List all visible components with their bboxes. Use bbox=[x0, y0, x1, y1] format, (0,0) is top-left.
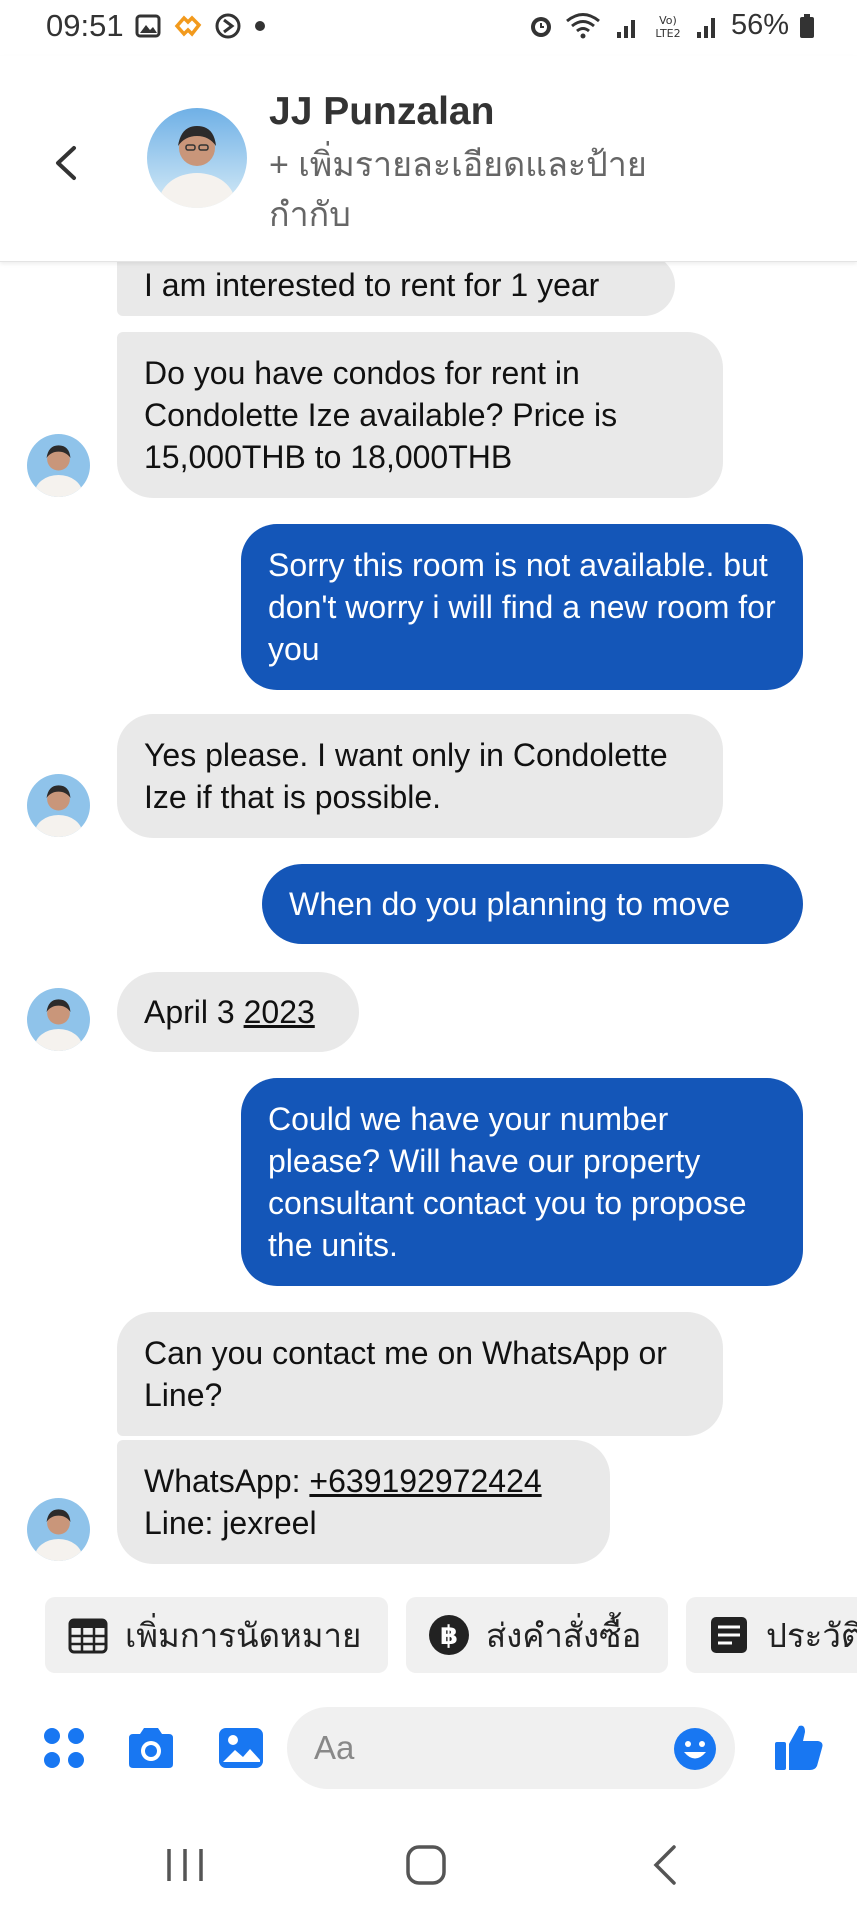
home-icon[interactable] bbox=[396, 1835, 456, 1895]
message-text: Do you have condos for rent in Condolett… bbox=[144, 355, 618, 475]
svg-text:฿: ฿ bbox=[440, 1621, 458, 1651]
incoming-message[interactable]: April 3 2023 bbox=[117, 972, 359, 1052]
status-bar: 09:51 Vo) LTE2 56% bbox=[0, 0, 857, 56]
chip-label: เพิ่มการนัดหมาย bbox=[125, 1616, 362, 1654]
more-notifications-dot-icon bbox=[255, 21, 265, 31]
message-text: Could we have your number please? Will h… bbox=[268, 1101, 747, 1263]
phone-link[interactable]: +639192972424 bbox=[309, 1463, 541, 1499]
incoming-message[interactable]: I am interested to rent for 1 year bbox=[117, 262, 675, 316]
incoming-message[interactable]: Can you contact me on WhatsApp or Line? bbox=[117, 1312, 723, 1436]
signal-icon-1 bbox=[616, 19, 635, 38]
message-text: Yes please. I want only in Condolette Iz… bbox=[144, 737, 668, 815]
profile-photo-icon bbox=[27, 774, 90, 837]
conversation-header: JJ Punzalan + เพิ่มรายละเอียดและป้ายกำกั… bbox=[0, 56, 857, 262]
gallery-notification-icon bbox=[135, 14, 161, 38]
message-list[interactable]: I am interested to rent for 1 year Do yo… bbox=[0, 262, 857, 1572]
profile-photo-icon bbox=[147, 108, 247, 208]
back-arrow-icon[interactable] bbox=[46, 138, 86, 188]
message-text: WhatsApp: +639192972424 Line: jexreel bbox=[144, 1463, 542, 1541]
like-thumbs-up-icon[interactable] bbox=[772, 1720, 826, 1774]
profile-photo-icon bbox=[27, 988, 90, 1051]
emoji-icon[interactable] bbox=[673, 1727, 717, 1771]
status-time: 09:51 bbox=[46, 8, 124, 43]
volte-icon: Vo)LTE2 bbox=[655, 14, 680, 40]
battery-icon bbox=[800, 13, 814, 38]
message-composer: Aa bbox=[0, 1700, 857, 1796]
list-icon bbox=[711, 1617, 747, 1653]
calendar-icon bbox=[68, 1618, 108, 1654]
add-appointment-chip[interactable]: เพิ่มการนัดหมาย bbox=[45, 1597, 388, 1673]
contact-name[interactable]: JJ Punzalan bbox=[269, 90, 494, 134]
back-nav-icon[interactable] bbox=[636, 1835, 696, 1895]
date-link[interactable]: 2023 bbox=[244, 994, 315, 1030]
message-text: Can you contact me on WhatsApp or Line? bbox=[144, 1335, 667, 1413]
sender-avatar[interactable] bbox=[27, 434, 90, 497]
outgoing-message[interactable]: Sorry this room is not available. but do… bbox=[241, 524, 803, 690]
message-text: When do you planning to move bbox=[289, 886, 731, 922]
sender-avatar[interactable] bbox=[27, 1498, 90, 1561]
camera-icon[interactable] bbox=[125, 1722, 177, 1774]
svg-text:LTE2: LTE2 bbox=[655, 27, 680, 40]
sender-avatar[interactable] bbox=[27, 774, 90, 837]
incoming-message[interactable]: Do you have condos for rent in Condolett… bbox=[117, 332, 723, 498]
message-input[interactable]: Aa bbox=[287, 1707, 735, 1789]
sender-avatar[interactable] bbox=[27, 988, 90, 1051]
outgoing-message[interactable]: Could we have your number please? Will h… bbox=[241, 1078, 803, 1286]
wifi-icon bbox=[566, 12, 600, 38]
message-text: Sorry this room is not available. but do… bbox=[268, 547, 776, 667]
notification-icons bbox=[134, 12, 266, 40]
quick-actions-bar[interactable]: เพิ่มการนัดหมาย ฿ ส่งคำสั่งซื้อ ประวัติ bbox=[0, 1597, 857, 1675]
incoming-message[interactable]: WhatsApp: +639192972424 Line: jexreel bbox=[117, 1440, 610, 1564]
sync-notification-icon bbox=[215, 13, 241, 39]
signal-icon-2 bbox=[696, 17, 715, 38]
profile-photo-icon bbox=[27, 1498, 90, 1561]
chip-label: ประวัติ bbox=[766, 1616, 857, 1654]
system-navigation-bar bbox=[0, 1815, 857, 1911]
outgoing-message[interactable]: When do you planning to move bbox=[262, 864, 803, 944]
alarm-icon bbox=[530, 16, 551, 37]
system-status-icons: Vo) LTE2 56% bbox=[527, 9, 815, 42]
profile-photo-icon bbox=[27, 434, 90, 497]
incoming-message[interactable]: Yes please. I want only in Condolette Iz… bbox=[117, 714, 723, 838]
message-text: I am interested to rent for 1 year bbox=[144, 267, 600, 303]
baht-icon: ฿ bbox=[429, 1615, 469, 1655]
recent-apps-icon[interactable] bbox=[155, 1835, 215, 1895]
gallery-icon[interactable] bbox=[215, 1722, 267, 1774]
chip-label: ส่งคำสั่งซื้อ bbox=[486, 1616, 642, 1654]
add-details-link[interactable]: + เพิ่มรายละเอียดและป้ายกำกับ bbox=[269, 140, 689, 240]
svg-text:Vo): Vo) bbox=[659, 14, 677, 27]
message-text: April 3 2023 bbox=[144, 994, 315, 1030]
history-chip[interactable]: ประวัติ bbox=[686, 1597, 857, 1673]
message-input-placeholder: Aa bbox=[314, 1729, 355, 1766]
send-order-chip[interactable]: ฿ ส่งคำสั่งซื้อ bbox=[406, 1597, 668, 1673]
battery-percent: 56% bbox=[730, 9, 789, 41]
contact-avatar[interactable] bbox=[147, 108, 247, 208]
apps-menu-icon[interactable] bbox=[38, 1722, 90, 1774]
app-notification-icon bbox=[174, 15, 202, 37]
